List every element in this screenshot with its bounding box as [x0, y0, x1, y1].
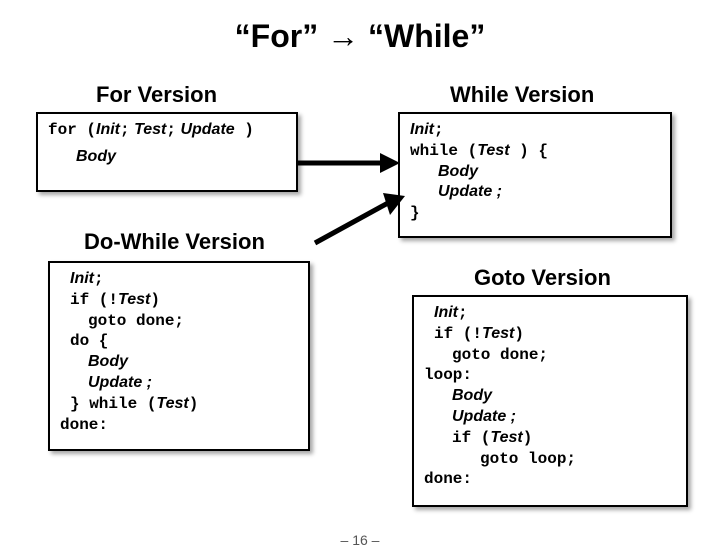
tok-semi: ; — [120, 121, 130, 139]
code-do-while-version: Init; if (!Test) goto done; do { Body Up… — [48, 261, 310, 451]
tok-body: Body — [76, 148, 116, 165]
code-for-version: for (Init; Test; Update ) Body — [36, 112, 298, 192]
d-body: Body — [88, 353, 128, 370]
d-update: Update ; — [88, 374, 152, 391]
tok-rparen: ) — [235, 121, 254, 139]
g-if: if ( — [452, 429, 490, 447]
g-init: Init — [434, 304, 458, 321]
d-rparen2: ) — [189, 395, 199, 413]
code-while-version: Init; while (Test ) { Body Update ; } — [398, 112, 672, 238]
d-done: done: — [60, 416, 108, 434]
heading-for-version: For Version — [96, 82, 217, 108]
d-gotodone: goto done; — [88, 312, 184, 330]
heading-while-version: While Version — [450, 82, 594, 108]
d-test: Test — [118, 291, 150, 308]
d-test2: Test — [156, 395, 188, 412]
g-body: Body — [452, 387, 492, 404]
page-title: “For” → “While” — [0, 18, 720, 55]
d-ifnot: if (! — [70, 291, 118, 309]
page-number: – 16 – — [0, 532, 720, 548]
g-semi: ; — [458, 304, 468, 322]
heading-goto-version: Goto Version — [474, 265, 611, 291]
tok-test: Test — [134, 121, 166, 138]
d-do: do { — [70, 332, 108, 350]
code-goto-version: Init; if (!Test) goto done; loop: Body U… — [412, 295, 688, 507]
w-semi: ; — [434, 121, 444, 139]
g-done: done: — [424, 470, 472, 488]
w-rbrace: } — [410, 204, 420, 222]
tok-init: Init — [96, 121, 120, 138]
g-ifnot: if (! — [434, 325, 482, 343]
d-rparen: ) — [150, 291, 160, 309]
w-while: while ( — [410, 142, 477, 160]
d-init: Init — [70, 270, 94, 287]
tok-semi2: ; — [166, 121, 176, 139]
w-update: Update ; — [438, 183, 502, 200]
w-test: Test — [477, 142, 509, 159]
heading-do-while-version: Do-While Version — [84, 229, 265, 255]
w-lbrace: ) { — [510, 142, 548, 160]
g-test2: Test — [490, 429, 522, 446]
g-test: Test — [482, 325, 514, 342]
arrow-for-to-while — [295, 148, 400, 178]
tok-update: Update — [180, 121, 234, 138]
g-gotodone: goto done; — [452, 346, 548, 364]
arrow-dowhile-to-while — [310, 193, 405, 248]
w-body: Body — [438, 163, 478, 180]
g-update: Update ; — [452, 408, 516, 425]
g-rparen: ) — [514, 325, 524, 343]
g-rparen2: ) — [523, 429, 533, 447]
kw-for: for ( — [48, 121, 96, 139]
w-init: Init — [410, 121, 434, 138]
g-loop: loop: — [424, 366, 472, 384]
g-gotoloop: goto loop; — [480, 450, 576, 468]
d-closewhile: } while ( — [70, 395, 156, 413]
d-semi: ; — [94, 270, 104, 288]
